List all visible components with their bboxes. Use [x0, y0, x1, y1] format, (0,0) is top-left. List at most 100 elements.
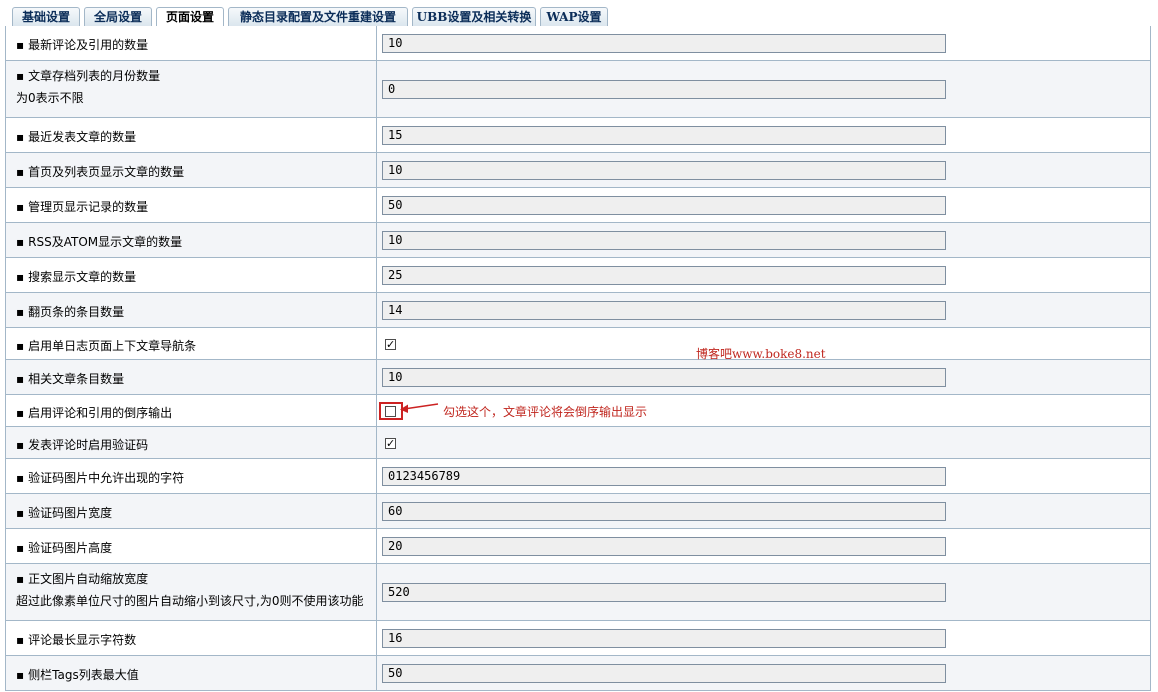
- settings-row: ▪ 相关文章条目数量 10: [6, 360, 1150, 395]
- bullet-icon: ▪: [16, 235, 25, 249]
- tab-static-directory-settings[interactable]: 静态目录配置及文件重建设置: [228, 7, 408, 26]
- settings-row: ▪ 评论最长显示字符数 16: [6, 621, 1150, 656]
- setting-label: ▪ 验证码图片宽度: [16, 504, 112, 521]
- tab-ubb-settings[interactable]: UBB设置及相关转换: [412, 7, 536, 26]
- bullet-icon: ▪: [16, 541, 25, 555]
- setting-label-text: 翻页条的条目数量: [28, 305, 125, 319]
- setting-label-text: 启用评论和引用的倒序输出: [28, 406, 173, 420]
- settings-row: ▪ 发表评论时启用验证码 ✓: [6, 427, 1150, 459]
- setting-label: ▪ 文章存档列表的月份数量: [16, 67, 160, 84]
- settings-row: 为0表示不限 ▪ 文章存档列表的月份数量 0: [6, 61, 1150, 118]
- bullet-icon: ▪: [16, 38, 25, 52]
- bullet-icon: ▪: [16, 305, 25, 319]
- setting-value-input[interactable]: 10: [382, 161, 946, 180]
- setting-label: ▪ RSS及ATOM显示文章的数量: [16, 233, 182, 250]
- setting-value-input[interactable]: 60: [382, 502, 946, 521]
- setting-value-input[interactable]: 50: [382, 196, 946, 215]
- setting-hint: 为0表示不限: [16, 91, 84, 105]
- setting-value-input[interactable]: 0123456789: [382, 467, 946, 486]
- tab-page-settings[interactable]: 页面设置: [156, 7, 224, 28]
- annotation-arrow-icon: [400, 403, 439, 413]
- tab-basic-settings[interactable]: 基础设置: [12, 7, 80, 26]
- settings-row: ▪ 搜索显示文章的数量 25: [6, 258, 1150, 293]
- setting-checkbox[interactable]: ✓: [385, 438, 396, 449]
- setting-label-text: 正文图片自动缩放宽度: [28, 572, 149, 586]
- settings-table: ▪ 最新评论及引用的数量 10 为0表示不限 ▪ 文章存档列表的月份数量 0 ▪ 最近发表文章的…: [5, 26, 1151, 691]
- setting-label-text: 启用单日志页面上下文章导航条: [28, 339, 197, 353]
- bullet-icon: ▪: [16, 339, 25, 353]
- setting-value-input[interactable]: 16: [382, 629, 946, 648]
- setting-label-text: 发表评论时启用验证码: [28, 438, 149, 452]
- settings-row: ▪ 最近发表文章的数量 15: [6, 118, 1150, 153]
- setting-value-input[interactable]: 520: [382, 583, 946, 602]
- setting-value-input[interactable]: 14: [382, 301, 946, 320]
- settings-row: ▪ 管理页显示记录的数量 50: [6, 188, 1150, 223]
- settings-row: ▪ 最新评论及引用的数量 10: [6, 26, 1150, 61]
- setting-label: ▪ 首页及列表页显示文章的数量: [16, 163, 184, 180]
- setting-label-text: 最近发表文章的数量: [28, 130, 137, 144]
- setting-hint: 超过此像素单位尺寸的图片自动缩小到该尺寸,为0则不使用该功能: [16, 594, 364, 608]
- settings-row: 超过此像素单位尺寸的图片自动缩小到该尺寸,为0则不使用该功能 ▪ 正文图片自动缩放宽…: [6, 564, 1150, 621]
- settings-row: ▪ 验证码图片高度 20: [6, 529, 1150, 564]
- setting-label: ▪ 评论最长显示字符数: [16, 631, 136, 648]
- setting-label: ▪ 启用评论和引用的倒序输出: [16, 404, 172, 421]
- setting-value-input[interactable]: 10: [382, 231, 946, 250]
- setting-label: ▪ 相关文章条目数量: [16, 370, 124, 387]
- setting-label: ▪ 启用单日志页面上下文章导航条: [16, 337, 196, 354]
- setting-label: ▪ 翻页条的条目数量: [16, 303, 124, 320]
- setting-value-input[interactable]: 20: [382, 537, 946, 556]
- setting-label: ▪ 验证码图片高度: [16, 539, 112, 556]
- tab-global-settings[interactable]: 全局设置: [84, 7, 152, 26]
- bullet-icon: ▪: [16, 200, 25, 214]
- settings-row: ▪ RSS及ATOM显示文章的数量 10: [6, 223, 1150, 258]
- tab-wap-settings[interactable]: WAP设置: [540, 7, 608, 26]
- setting-label-text: 侧栏Tags列表最大值: [28, 668, 139, 682]
- setting-label-text: 相关文章条目数量: [28, 372, 125, 386]
- setting-value-input[interactable]: 10: [382, 34, 946, 53]
- settings-row: ▪ 验证码图片宽度 60: [6, 494, 1150, 529]
- bullet-icon: ▪: [16, 438, 25, 452]
- setting-label-text: 验证码图片宽度: [28, 506, 113, 520]
- bullet-icon: ▪: [16, 506, 25, 520]
- settings-row: ▪ 侧栏Tags列表最大值 50: [6, 656, 1150, 691]
- bullet-icon: ▪: [16, 572, 25, 586]
- bullet-icon: ▪: [16, 471, 25, 485]
- setting-label-text: 首页及列表页显示文章的数量: [28, 165, 185, 179]
- setting-checkbox[interactable]: ✓: [385, 339, 396, 350]
- setting-label-text: 评论最长显示字符数: [28, 633, 137, 647]
- annotation-note: 勾选这个，文章评论将会倒序输出显示: [443, 405, 648, 419]
- setting-label-text: 搜索显示文章的数量: [28, 270, 137, 284]
- setting-label: ▪ 最近发表文章的数量: [16, 128, 136, 145]
- setting-label: ▪ 搜索显示文章的数量: [16, 268, 136, 285]
- watermark-text: 博客吧www.boke8.net: [696, 347, 826, 361]
- settings-row: ▪ 启用单日志页面上下文章导航条 ✓: [6, 328, 1150, 360]
- setting-label: ▪ 发表评论时启用验证码: [16, 436, 148, 453]
- setting-label-text: 管理页显示记录的数量: [28, 200, 149, 214]
- bullet-icon: ▪: [16, 69, 25, 83]
- setting-label-text: 文章存档列表的月份数量: [28, 69, 161, 83]
- bullet-icon: ▪: [16, 372, 25, 386]
- setting-label: ▪ 侧栏Tags列表最大值: [16, 666, 139, 683]
- bullet-icon: ▪: [16, 633, 25, 647]
- setting-label: ▪ 正文图片自动缩放宽度: [16, 570, 148, 587]
- bullet-icon: ▪: [16, 668, 25, 682]
- setting-label: ▪ 最新评论及引用的数量: [16, 36, 148, 53]
- setting-label-text: 最新评论及引用的数量: [28, 38, 149, 52]
- setting-value-input[interactable]: 25: [382, 266, 946, 285]
- setting-label-text: RSS及ATOM显示文章的数量: [28, 235, 183, 249]
- setting-value-input[interactable]: 15: [382, 126, 946, 145]
- bullet-icon: ▪: [16, 270, 25, 284]
- settings-row: ▪ 验证码图片中允许出现的字符 0123456789: [6, 459, 1150, 494]
- bullet-icon: ▪: [16, 165, 25, 179]
- bullet-icon: ▪: [16, 130, 25, 144]
- setting-label-text: 验证码图片高度: [28, 541, 113, 555]
- setting-label: ▪ 管理页显示记录的数量: [16, 198, 148, 215]
- bullet-icon: ▪: [16, 406, 25, 420]
- settings-row: ▪ 翻页条的条目数量 14: [6, 293, 1150, 328]
- setting-value-input[interactable]: 50: [382, 664, 946, 683]
- setting-label-text: 验证码图片中允许出现的字符: [28, 471, 185, 485]
- setting-value-input[interactable]: 0: [382, 80, 946, 99]
- setting-value-input[interactable]: 10: [382, 368, 946, 387]
- setting-label: ▪ 验证码图片中允许出现的字符: [16, 469, 184, 486]
- settings-row: ▪ 首页及列表页显示文章的数量 10: [6, 153, 1150, 188]
